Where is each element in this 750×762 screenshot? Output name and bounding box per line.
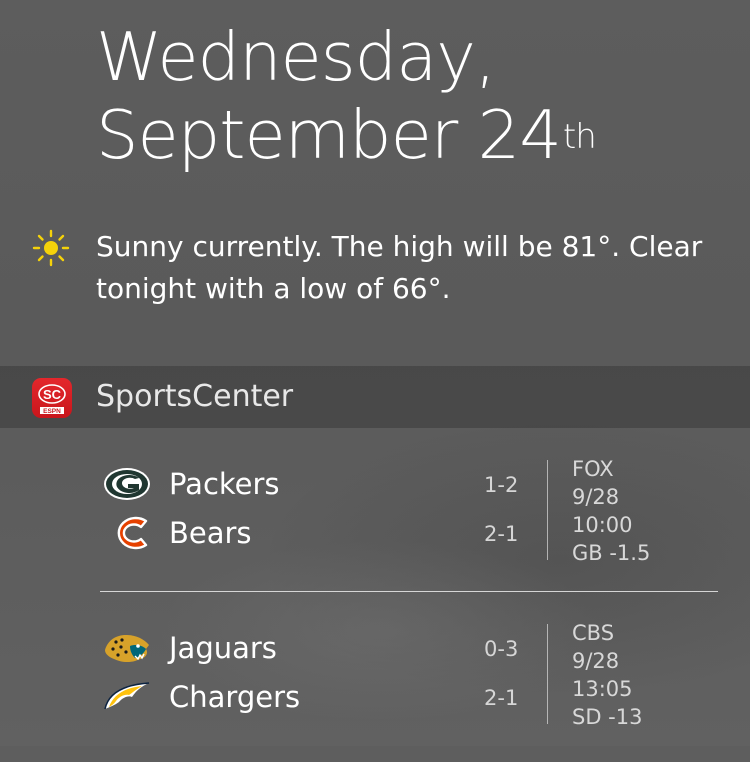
team-row-bears: Bears 2-1 — [100, 511, 540, 557]
game-time: 13:05 — [572, 677, 633, 701]
packers-logo-icon — [104, 468, 150, 500]
game-info: CBS 9/28 13:05 SD -13 — [572, 619, 642, 731]
section-title: SportsCenter — [96, 379, 294, 414]
team-row-chargers: Chargers 2-1 — [100, 675, 540, 721]
sportscenter-app-icon[interactable]: SC ESPN — [32, 378, 72, 418]
sun-icon — [32, 229, 70, 267]
game-divider-vertical — [547, 460, 548, 560]
date-month-day-line: September 24th — [96, 96, 597, 174]
team-record: 0-3 — [484, 637, 519, 661]
team-record: 2-1 — [484, 686, 519, 710]
team-name: Packers — [169, 467, 280, 501]
game-divider-vertical — [547, 624, 548, 724]
date-suffix: th — [562, 117, 597, 157]
game-card-2[interactable]: Jaguars 0-3 Chargers 2-1 CBS 9/28 13:05 … — [0, 619, 750, 762]
jaguars-logo-icon — [105, 635, 149, 663]
team-name: Jaguars — [169, 631, 277, 665]
team-record: 2-1 — [484, 522, 519, 546]
sportscenter-logo-icon: SC ESPN — [38, 384, 66, 415]
game-info: FOX 9/28 10:00 GB -1.5 — [572, 455, 650, 567]
team-record: 1-2 — [484, 473, 519, 497]
game-time: 10:00 — [572, 513, 633, 537]
sportscenter-section-header[interactable]: SC ESPN SportsCenter — [0, 366, 750, 428]
game-line: SD -13 — [572, 705, 643, 729]
date-weekday: Wednesday, — [96, 18, 496, 96]
date-header: Wednesday, September 24th — [96, 18, 597, 174]
game-separator — [100, 591, 718, 592]
team-name: Chargers — [169, 680, 301, 714]
team-row-jaguars: Jaguars 0-3 — [100, 626, 540, 672]
chargers-logo-icon — [104, 682, 150, 710]
team-name: Bears — [169, 516, 252, 550]
app-icon-sub: ESPN — [43, 408, 61, 415]
game-date: 9/28 — [572, 649, 620, 673]
game-network: CBS — [572, 621, 615, 645]
date-month-day: September 24 — [96, 96, 562, 174]
app-icon-badge: SC — [43, 387, 62, 402]
game-line: GB -1.5 — [572, 541, 651, 565]
weather-summary: Sunny currently. The high will be 81°. C… — [96, 230, 703, 305]
game-network: FOX — [572, 457, 614, 481]
team-row-packers: Packers 1-2 — [100, 462, 540, 508]
game-card-1[interactable]: Packers 1-2 Bears 2-1 FOX 9/28 10:00 GB … — [0, 455, 750, 598]
game-date: 9/28 — [572, 485, 620, 509]
bears-logo-icon — [117, 516, 148, 550]
